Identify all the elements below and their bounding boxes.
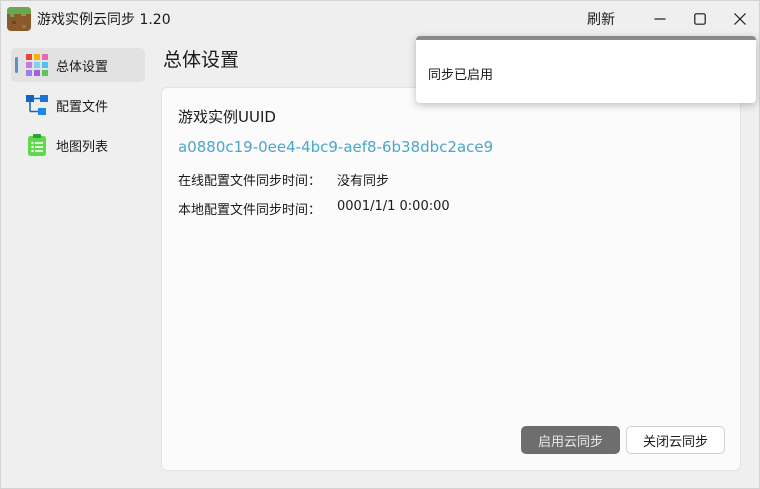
sidebar-item-label: 总体设置 [56, 60, 109, 75]
settings-card: 游戏实例UUID a0880c19-0ee4-4bc9-aef8-6b38dbc… [161, 87, 741, 471]
sidebar-item-map-list[interactable]: 地图列表 [11, 128, 145, 162]
grid-settings-icon [26, 54, 48, 76]
minecraft-grass-block-icon [7, 7, 31, 31]
window-title: 游戏实例云同步 1.20 [37, 12, 171, 28]
close-button[interactable] [720, 5, 760, 33]
uuid-label: 游戏实例UUID [178, 108, 276, 126]
local-sync-value: 0001/1/1 0:00:00 [337, 199, 450, 214]
sidebar-item-label: 配置文件 [56, 100, 109, 115]
minimize-button[interactable] [640, 5, 680, 33]
title-bar: 游戏实例云同步 1.20 刷新 [1, 1, 759, 37]
app-window: 游戏实例云同步 1.20 刷新 总体设置 配置文件 地图列表 总体设置 游戏实例… [0, 0, 760, 489]
maximize-icon [694, 13, 706, 25]
page-title: 总体设置 [163, 49, 240, 71]
sidebar-item-config-files[interactable]: 配置文件 [11, 88, 145, 122]
active-indicator [15, 57, 18, 73]
refresh-button[interactable]: 刷新 [587, 9, 615, 29]
enable-cloud-sync-button[interactable]: 启用云同步 [521, 426, 620, 454]
local-sync-label: 本地配置文件同步时间： [178, 203, 322, 218]
close-icon [734, 13, 746, 25]
disable-cloud-sync-button[interactable]: 关闭云同步 [626, 426, 725, 454]
online-sync-value: 没有同步 [337, 174, 390, 189]
clipboard-list-icon [28, 134, 46, 156]
minimize-icon [654, 18, 666, 20]
toast-message: 同步已启用 [428, 68, 494, 83]
sync-toast-notification: 同步已启用 [416, 36, 756, 103]
uuid-value-link[interactable]: a0880c19-0ee4-4bc9-aef8-6b38dbc2ace9 [178, 138, 493, 156]
maximize-button[interactable] [680, 5, 720, 33]
tree-structure-icon [26, 95, 48, 115]
online-sync-label: 在线配置文件同步时间： [178, 174, 322, 189]
sidebar-item-label: 地图列表 [56, 140, 109, 155]
sidebar-item-general-settings[interactable]: 总体设置 [11, 48, 145, 82]
